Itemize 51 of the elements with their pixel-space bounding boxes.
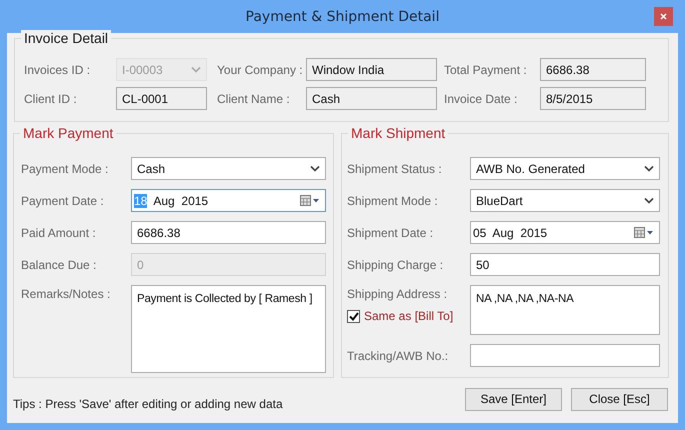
field-label: Invoices ID :	[24, 62, 92, 76]
text-area[interactable]: NA ,NA ,NA ,NA-NA	[470, 285, 660, 335]
close-button[interactable]	[654, 7, 673, 26]
dialog-button[interactable]: Save [Enter]	[465, 388, 562, 410]
field-label: Shipment Mode :	[347, 194, 439, 208]
field-label: Tracking/AWB No.:	[347, 348, 450, 362]
chevron-down-icon	[644, 197, 654, 204]
readonly-field: Window India	[306, 58, 437, 81]
field-label: Balance Due :	[21, 258, 98, 272]
chevron-down-icon	[644, 165, 654, 172]
input-field[interactable]	[470, 344, 660, 367]
field-label: Remarks/Notes :	[21, 286, 112, 301]
close-icon	[660, 13, 667, 20]
input-field[interactable]: 6686.38	[131, 221, 326, 244]
group-title: Mark Shipment	[348, 125, 448, 141]
field-label: Shipment Date :	[347, 226, 434, 240]
readonly-field: Cash	[306, 87, 437, 110]
calendar-icon[interactable]	[634, 226, 654, 238]
dialog-button[interactable]: Close [Esc]	[571, 388, 668, 410]
readonly-field: CL-0001	[116, 87, 207, 110]
chevron-down-icon	[310, 165, 320, 172]
field-label: Shipping Charge :	[347, 258, 444, 272]
checkbox[interactable]	[347, 310, 360, 322]
field-label: Payment Date :	[21, 194, 105, 208]
field-label: Shipping Address :	[347, 287, 448, 301]
field-label: Shipment Status :	[347, 162, 443, 176]
group-title: Invoice Detail	[21, 30, 112, 46]
date-picker[interactable]: 05 Aug 2015	[470, 221, 660, 244]
field-label: Client ID :	[24, 92, 78, 106]
input-field[interactable]: 50	[470, 253, 660, 276]
window-title: Payment & Shipment Detail	[246, 8, 440, 24]
dropdown[interactable]: Cash	[131, 157, 326, 180]
group-title: Mark Payment	[20, 125, 116, 141]
readonly-field: 6686.38	[540, 58, 646, 81]
checkmark-icon	[348, 312, 358, 320]
chevron-down-icon	[191, 66, 201, 73]
dropdown[interactable]: BlueDart	[470, 189, 660, 212]
field-label: Your Company :	[217, 62, 304, 76]
date-picker[interactable]: 18 Aug 2015	[131, 189, 326, 212]
text-area[interactable]: Payment is Collected by [ Ramesh ]	[131, 285, 326, 373]
tips-text: Tips : Press 'Save' after editing or adding new data	[13, 397, 283, 411]
date-day[interactable]: 05	[473, 226, 486, 240]
checkbox-label[interactable]: Same as [Bill To]	[364, 309, 454, 323]
field-label: Client Name :	[217, 92, 291, 106]
field-label: Total Payment :	[444, 62, 528, 76]
field-label: Invoice Date :	[444, 92, 518, 106]
readonly-field: 8/5/2015	[540, 87, 646, 110]
field-label: Payment Mode :	[21, 162, 110, 176]
dropdown[interactable]: AWB No. Generated	[470, 157, 660, 180]
field-label: Paid Amount :	[21, 226, 97, 240]
calendar-icon[interactable]	[300, 194, 320, 206]
